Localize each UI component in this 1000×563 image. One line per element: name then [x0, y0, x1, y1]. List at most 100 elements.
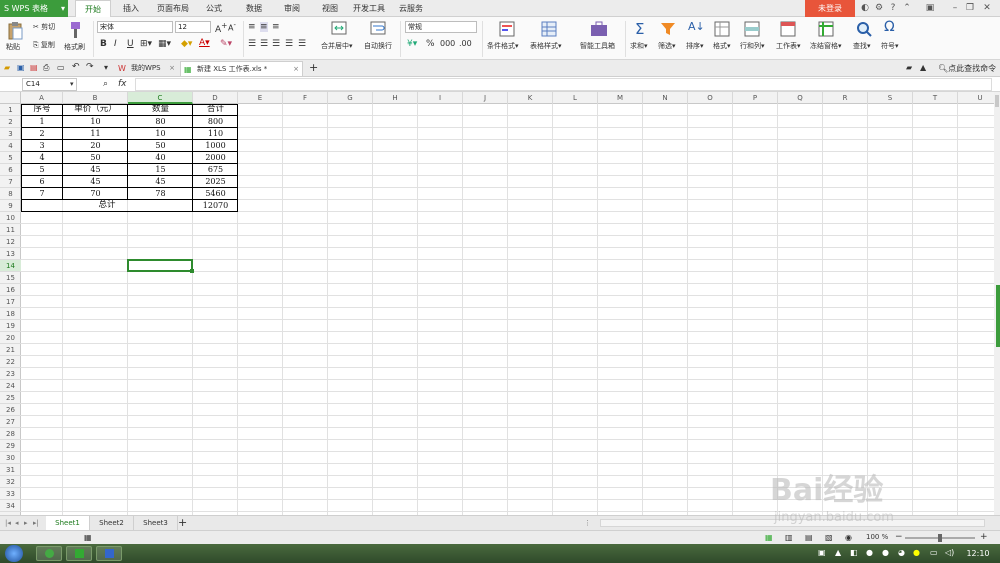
app-menu-button[interactable]: S WPS 表格 ▾ [0, 0, 68, 17]
preview-icon[interactable]: ▭ [57, 63, 65, 72]
horizontal-scrollbar[interactable] [600, 519, 985, 527]
document-tab-1[interactable]: ▦ 新建 XLS 工作表.xls * × [180, 61, 303, 76]
add-sheet-icon[interactable]: + [178, 516, 187, 529]
row-col-icon[interactable] [744, 21, 760, 37]
row-header-34[interactable]: 34 [0, 500, 21, 512]
tray-chevron-icon[interactable]: ▲ [835, 548, 841, 557]
minimize-ribbon-icon[interactable]: ⌃ [902, 3, 912, 13]
font-name-select[interactable]: 宋体 [97, 21, 173, 33]
row-header-1[interactable]: 1 [0, 104, 21, 116]
tray-s-icon[interactable]: ▣ [818, 548, 826, 557]
percent-button[interactable]: % [426, 39, 435, 49]
row-header-23[interactable]: 23 [0, 368, 21, 380]
login-button[interactable]: 未登录 [805, 0, 855, 17]
conditional-format-button[interactable]: 条件格式▾ [487, 41, 519, 51]
print-icon[interactable]: ⎙ [43, 63, 49, 73]
currency-icon[interactable]: ¥▾ [407, 39, 417, 49]
row-header-11[interactable]: 11 [0, 224, 21, 236]
fx-button[interactable]: fx [118, 79, 127, 89]
select-all-corner[interactable] [0, 92, 21, 104]
menu-tab-0[interactable]: 开始 [75, 0, 111, 17]
new-tab-icon[interactable]: + [309, 61, 318, 74]
column-header-L[interactable]: L [553, 92, 598, 104]
sheet-tab-sheet1[interactable]: Sheet1 [46, 516, 90, 530]
column-header-C[interactable]: C [128, 92, 193, 104]
underline-button[interactable]: U [127, 39, 134, 49]
worksheet-icon[interactable] [780, 21, 796, 37]
settings-icon[interactable]: ⚙ [874, 3, 884, 13]
prev-sheet-icon[interactable]: ◂ [15, 519, 19, 527]
next-sheet-icon[interactable]: ▸ [24, 519, 28, 527]
sum-button[interactable]: 求和▾ [630, 41, 648, 51]
name-box[interactable]: C14 [22, 78, 77, 91]
row-header-17[interactable]: 17 [0, 296, 21, 308]
row-header-22[interactable]: 22 [0, 356, 21, 368]
search-command[interactable]: 🔍︎点此查找命令 [938, 63, 996, 74]
first-sheet-icon[interactable]: |◂ [5, 519, 11, 527]
scroll-thumb[interactable] [995, 95, 999, 107]
side-panel-toggle[interactable] [996, 285, 1000, 347]
align-right-icon[interactable]: ☰ [272, 39, 280, 49]
column-header-Q[interactable]: Q [778, 92, 823, 104]
sort-icon[interactable]: A↓ [688, 20, 705, 33]
merge-center-button[interactable]: 合并居中▾ [321, 41, 353, 51]
column-header-P[interactable]: P [733, 92, 778, 104]
symbol-button[interactable]: 符号▾ [881, 41, 899, 51]
column-header-E[interactable]: E [238, 92, 283, 104]
font-color-icon[interactable]: A▾ [199, 38, 210, 48]
row-header-20[interactable]: 20 [0, 332, 21, 344]
zoom-slider-thumb[interactable] [938, 534, 942, 542]
close-icon[interactable]: ✕ [982, 3, 992, 13]
smart-toolbox-button[interactable]: 智能工具箱 [580, 41, 615, 51]
font-size-select[interactable]: 12 [175, 21, 211, 33]
save-icon[interactable]: ▣ [17, 63, 25, 72]
increase-font-icon[interactable]: A+ [215, 21, 227, 35]
number-format-select[interactable]: 常规 [405, 21, 477, 33]
reading-mode-icon[interactable]: ▧ [825, 533, 833, 542]
row-header-28[interactable]: 28 [0, 428, 21, 440]
page-break-view-icon[interactable]: ▥ [785, 533, 793, 542]
decrease-font-icon[interactable]: A- [228, 21, 236, 33]
row-header-26[interactable]: 26 [0, 404, 21, 416]
align-center-icon[interactable]: ☰ [260, 39, 268, 49]
row-header-3[interactable]: 3 [0, 128, 21, 140]
sheet-tab-sheet2[interactable]: Sheet2 [90, 516, 134, 530]
row-header-18[interactable]: 18 [0, 308, 21, 320]
wrap-text-icon[interactable] [370, 21, 386, 35]
column-header-T[interactable]: T [913, 92, 958, 104]
close-icon[interactable]: × [293, 62, 299, 77]
merge-center-icon[interactable] [331, 21, 347, 35]
row-header-24[interactable]: 24 [0, 380, 21, 392]
column-header-B[interactable]: B [63, 92, 128, 104]
freeze-panes-icon[interactable] [818, 21, 834, 37]
column-header-F[interactable]: F [283, 92, 328, 104]
row-col-button[interactable]: 行和列▾ [740, 41, 765, 51]
row-header-4[interactable]: 4 [0, 140, 21, 152]
sort-button[interactable]: 排序▾ [686, 41, 704, 51]
column-header-A[interactable]: A [21, 92, 63, 104]
column-header-G[interactable]: G [328, 92, 373, 104]
row-header-8[interactable]: 8 [0, 188, 21, 200]
align-middle-icon[interactable]: ≡ [260, 22, 268, 32]
active-cell-c14[interactable] [127, 259, 194, 273]
row-header-16[interactable]: 16 [0, 284, 21, 296]
scroll-handle-icon[interactable]: ⋮ [584, 519, 591, 527]
last-sheet-icon[interactable]: ▸| [33, 519, 39, 527]
normal-view-icon[interactable]: ▦ [765, 533, 773, 542]
clear-format-icon[interactable]: ✎▾ [220, 39, 232, 49]
worksheet-button[interactable]: 工作表▾ [776, 41, 801, 51]
formula-input[interactable] [135, 78, 992, 91]
menu-tab-8[interactable]: 云服务 [394, 0, 428, 17]
undo-icon[interactable]: ↶ [72, 62, 80, 72]
row-header-7[interactable]: 7 [0, 176, 21, 188]
column-header-K[interactable]: K [508, 92, 553, 104]
conditional-format-icon[interactable] [499, 21, 515, 37]
row-header-10[interactable]: 10 [0, 212, 21, 224]
minimize-icon[interactable]: – [950, 3, 960, 13]
column-header-N[interactable]: N [643, 92, 688, 104]
volume-icon[interactable]: ◁) [945, 548, 954, 557]
table-style-button[interactable]: 表格样式▾ [530, 41, 562, 51]
row-header-30[interactable]: 30 [0, 452, 21, 464]
align-bottom-icon[interactable]: ≡ [272, 22, 280, 32]
format-button[interactable]: 格式▾ [713, 41, 731, 51]
